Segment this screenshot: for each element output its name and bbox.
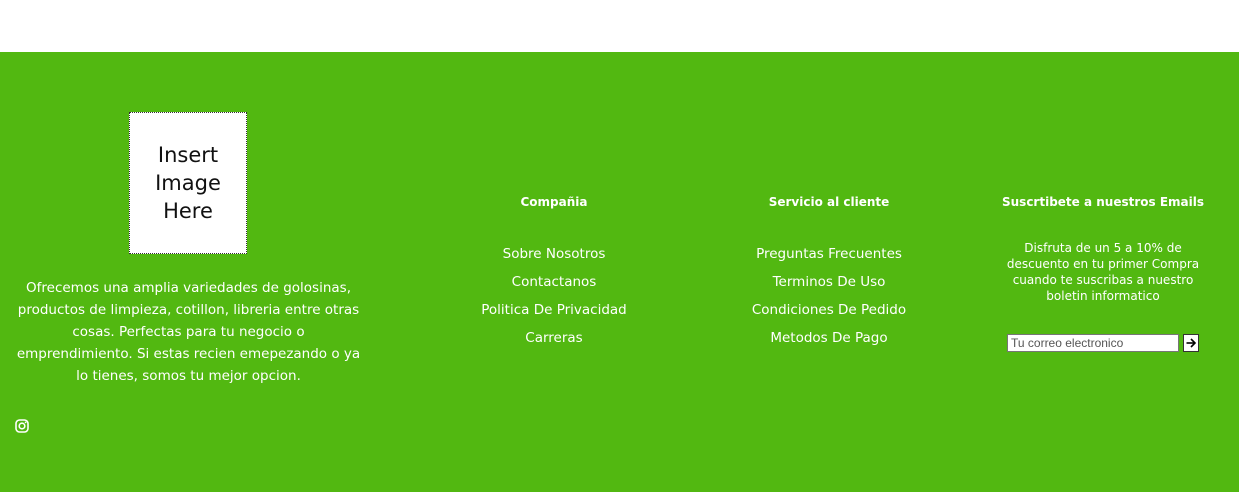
link-contactanos[interactable]: Contactanos	[454, 268, 654, 296]
logo-placeholder: Insert Image Here	[129, 112, 247, 254]
about-text: Ofrecemos una amplia variedades de golos…	[16, 280, 361, 384]
newsletter-text: Disfruta de un 5 a 10% de descuento en t…	[1006, 241, 1200, 303]
company-column: Compañia Sobre Nosotros Contactanos Poli…	[454, 194, 654, 352]
logo-placeholder-text: Insert Image Here	[155, 143, 221, 223]
site-footer: Insert Image Here Ofrecemos una amplia v…	[0, 52, 1239, 492]
arrow-right-icon	[1186, 338, 1197, 348]
service-links: Preguntas Frecuentes Terminos De Uso Con…	[729, 240, 929, 352]
company-title: Compañia	[520, 195, 588, 209]
newsletter-column: Suscrtibete a nuestros Emails Disfruta d…	[988, 194, 1218, 352]
top-blank-area	[0, 0, 1239, 52]
service-title: Servicio al cliente	[768, 195, 890, 209]
company-links: Sobre Nosotros Contactanos Politica De P…	[454, 240, 654, 352]
link-metodos-pago[interactable]: Metodos De Pago	[729, 324, 929, 352]
newsletter-form	[1007, 334, 1199, 352]
link-sobre-nosotros[interactable]: Sobre Nosotros	[454, 240, 654, 268]
service-column: Servicio al cliente Preguntas Frecuentes…	[729, 194, 929, 352]
subscribe-button[interactable]	[1183, 334, 1199, 352]
instagram-icon[interactable]	[15, 418, 29, 433]
link-preguntas-frecuentes[interactable]: Preguntas Frecuentes	[729, 240, 929, 268]
link-carreras[interactable]: Carreras	[454, 324, 654, 352]
link-politica-privacidad[interactable]: Politica De Privacidad	[454, 296, 654, 324]
link-condiciones-pedido[interactable]: Condiciones De Pedido	[729, 296, 929, 324]
email-field[interactable]	[1007, 334, 1179, 352]
link-terminos-uso[interactable]: Terminos De Uso	[729, 268, 929, 296]
newsletter-title: Suscrtibete a nuestros Emails	[1001, 195, 1205, 209]
